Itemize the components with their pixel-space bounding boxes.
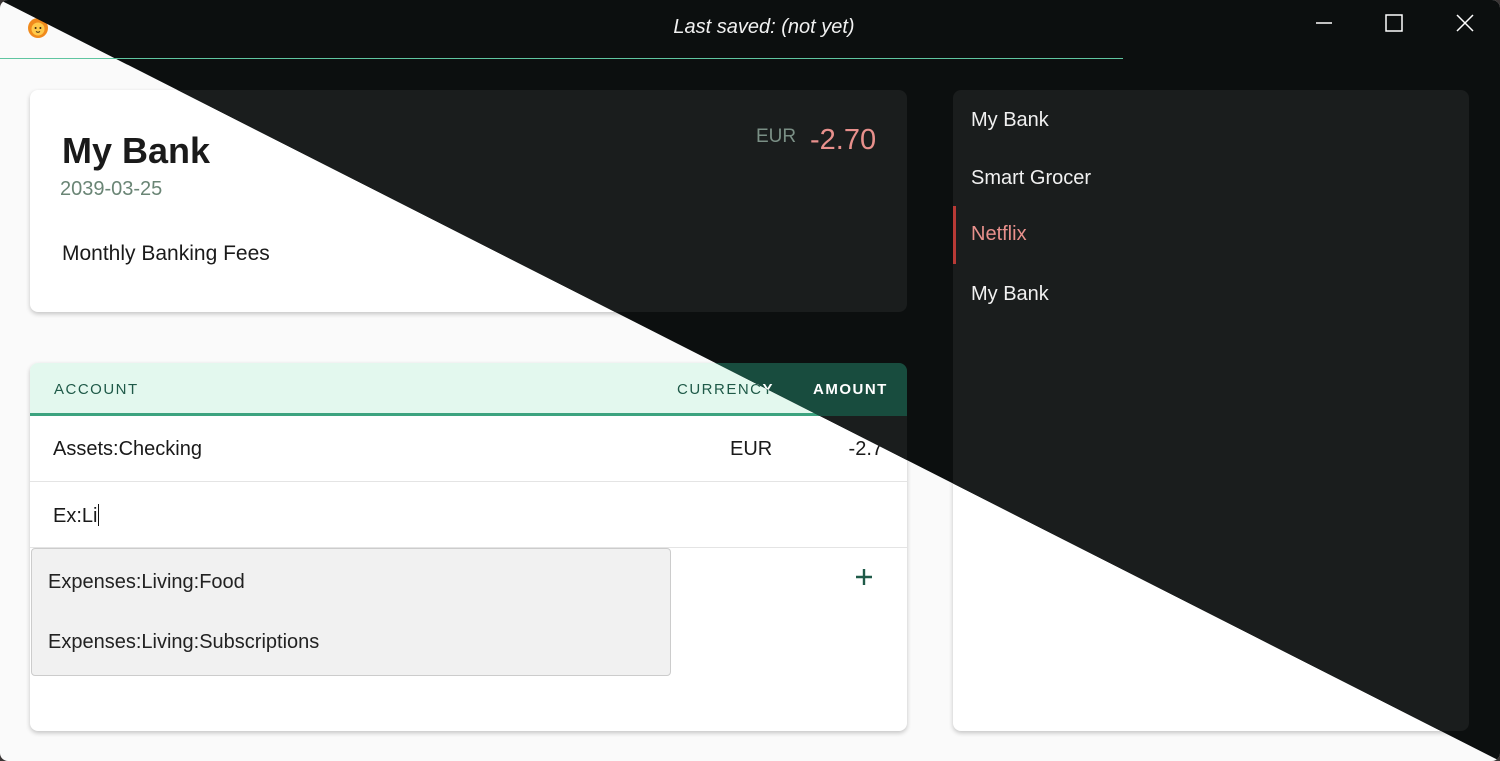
list-item-label: My Bank (971, 283, 1049, 305)
list-item-label: Smart Grocer (971, 167, 1092, 189)
list-item[interactable]: My Bank (953, 92, 1469, 150)
header-account[interactable]: ACCOUNT (54, 381, 139, 398)
transaction-date: 2039-03-25 (60, 178, 163, 200)
transaction-amount-dark: -2.70 (810, 124, 877, 156)
account-input-row[interactable]: Ex:Li (30, 482, 907, 548)
title-divider-dark (0, 58, 1123, 59)
transaction-currency-dark: EUR (756, 126, 797, 147)
list-item-active[interactable]: Netflix (953, 206, 1469, 264)
minimize-icon[interactable] (1301, 8, 1347, 38)
autocomplete-option[interactable]: Expenses:Living:Food (48, 571, 245, 594)
text-caret (98, 504, 100, 526)
maximize-icon[interactable] (1371, 8, 1417, 38)
list-item[interactable]: My Bank (953, 266, 1469, 324)
table-row[interactable]: Assets:Checking EUR -2.7 (30, 416, 907, 482)
title-bar-dark: Last saved: (not yet) (0, 0, 1500, 60)
account-input-value: Ex:Li (53, 505, 98, 527)
list-item[interactable]: Smart Grocer (953, 150, 1469, 208)
list-item-label: My Bank (971, 109, 1049, 131)
account-input[interactable]: Ex:Li (53, 504, 100, 528)
transaction-title: My Bank (62, 130, 211, 171)
last-saved-status-dark: Last saved: (not yet) (673, 16, 855, 38)
autocomplete-dropdown: Expenses:Living:Food Expenses:Living:Sub… (31, 548, 671, 676)
row-currency: EUR (730, 438, 773, 460)
autocomplete-option[interactable]: Expenses:Living:Subscriptions (48, 631, 319, 654)
transaction-description: Monthly Banking Fees (62, 242, 270, 265)
list-item-label: Netflix (971, 223, 1027, 245)
close-icon[interactable] (1442, 8, 1488, 38)
row-account: Assets:Checking (53, 438, 202, 460)
header-amount-dark[interactable]: AMOUNT (813, 381, 888, 398)
add-posting-button[interactable] (850, 563, 878, 591)
